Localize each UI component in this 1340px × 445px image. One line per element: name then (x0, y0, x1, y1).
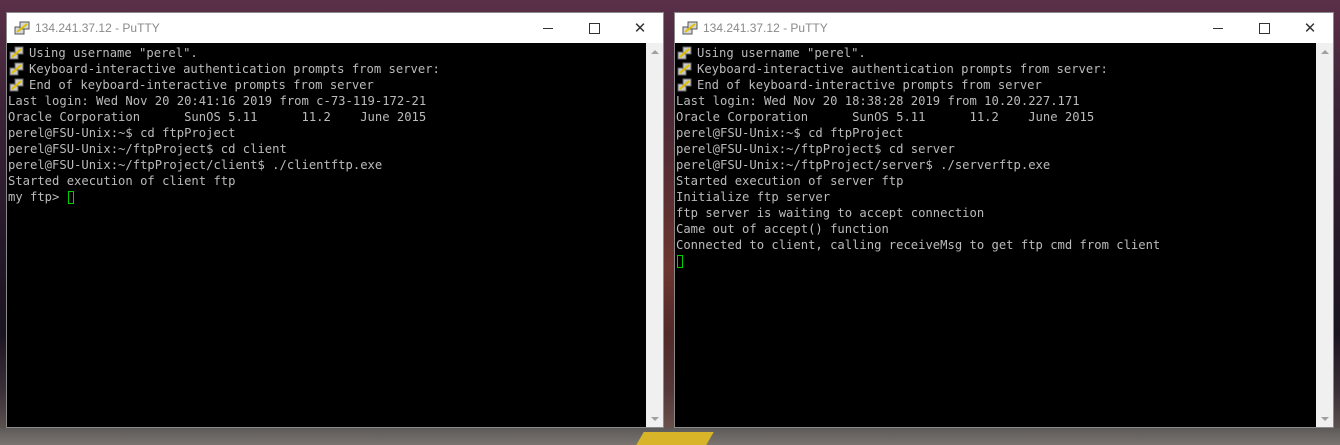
terminal-line-text: Started execution of server ftp (676, 174, 904, 188)
putty-window-client[interactable]: 134.241.37.12 - PuTTY ✕ Using username "… (6, 12, 664, 428)
putty-app-icon (682, 21, 698, 35)
window-title: 134.241.37.12 - PuTTY (35, 21, 160, 35)
terminal-line: Using username "perel". (676, 45, 1316, 61)
terminal-line-text: perel@FSU-Unix:~/ftpProject/server$ ./se… (676, 158, 1051, 172)
maximize-icon (1258, 22, 1270, 34)
terminal-line: perel@FSU-Unix:~$ cd ftpProject (676, 125, 1316, 141)
scroll-down-button[interactable] (646, 410, 663, 427)
chevron-up-icon (1320, 49, 1329, 54)
terminal-line: End of keyboard-interactive prompts from… (8, 77, 646, 93)
terminal-line: Oracle Corporation SunOS 5.11 11.2 June … (8, 109, 646, 125)
terminal-line-text: Using username "perel". (697, 46, 866, 60)
terminal-line-text: Keyboard-interactive authentication prom… (29, 62, 440, 76)
terminal-line: perel@FSU-Unix:~/ftpProject/server$ ./se… (676, 157, 1316, 173)
terminal-line: perel@FSU-Unix:~/ftpProject$ cd server (676, 141, 1316, 157)
terminal-line: ftp server is waiting to accept connecti… (676, 205, 1316, 221)
terminal-line: Started execution of client ftp (8, 173, 646, 189)
terminal-line-text: Oracle Corporation SunOS 5.11 11.2 June … (8, 110, 427, 124)
terminal-line-text: my ftp> (8, 190, 67, 204)
terminal-line: Keyboard-interactive authentication prom… (8, 61, 646, 77)
terminal-line-text: Connected to client, calling receiveMsg … (676, 238, 1161, 252)
terminal-line-text: End of keyboard-interactive prompts from… (29, 78, 374, 92)
putty-icon (677, 46, 692, 60)
close-icon: ✕ (1303, 18, 1317, 37)
minimize-icon (1213, 27, 1223, 29)
putty-app-icon (14, 21, 30, 35)
terminal-line: End of keyboard-interactive prompts from… (676, 77, 1316, 93)
terminal-line-text: perel@FSU-Unix:~/ftpProject/client$ ./cl… (8, 158, 383, 172)
terminal-line-text: Started execution of client ftp (8, 174, 236, 188)
terminal-line-text: perel@FSU-Unix:~$ cd ftpProject (676, 126, 904, 140)
minimize-button[interactable] (525, 13, 571, 43)
terminal-line: Initialize ftp server (676, 189, 1316, 205)
terminal-output[interactable]: Using username "perel". Keyboard-interact… (7, 43, 646, 427)
terminal-line: Oracle Corporation SunOS 5.11 11.2 June … (676, 109, 1316, 125)
terminal-line: perel@FSU-Unix:~$ cd ftpProject (8, 125, 646, 141)
putty-icon (9, 78, 24, 92)
wallpaper-road-marking (636, 432, 714, 445)
terminal-line-text: Initialize ftp server (676, 190, 831, 204)
terminal-line-text: perel@FSU-Unix:~/ftpProject$ cd client (8, 142, 287, 156)
terminal-line: perel@FSU-Unix:~/ftpProject$ cd client (8, 141, 646, 157)
terminal-output[interactable]: Using username "perel". Keyboard-interact… (675, 43, 1316, 427)
vertical-scrollbar[interactable] (646, 43, 663, 427)
maximize-icon (588, 22, 600, 34)
putty-icon (9, 46, 24, 60)
vertical-scrollbar[interactable] (1316, 43, 1333, 427)
maximize-button[interactable] (1241, 13, 1287, 43)
terminal-line: Last login: Wed Nov 20 20:41:16 2019 fro… (8, 93, 646, 109)
chevron-up-icon (650, 49, 659, 54)
terminal-line: perel@FSU-Unix:~/ftpProject/client$ ./cl… (8, 157, 646, 173)
terminal-line: Connected to client, calling receiveMsg … (676, 237, 1316, 253)
terminal-line-text: Oracle Corporation SunOS 5.11 11.2 June … (676, 110, 1095, 124)
terminal-line: Keyboard-interactive authentication prom… (676, 61, 1316, 77)
terminal-line-text: End of keyboard-interactive prompts from… (697, 78, 1042, 92)
terminal-line-text: Keyboard-interactive authentication prom… (697, 62, 1108, 76)
putty-icon (677, 62, 692, 76)
window-title: 134.241.37.12 - PuTTY (703, 21, 828, 35)
terminal-line-text: Last login: Wed Nov 20 18:38:28 2019 fro… (676, 94, 1080, 108)
terminal-line-text: Came out of accept() function (676, 222, 889, 236)
terminal-line-text: ftp server is waiting to accept connecti… (676, 206, 985, 220)
close-icon: ✕ (633, 18, 647, 37)
minimize-icon (543, 27, 553, 29)
close-button[interactable]: ✕ (1287, 13, 1333, 43)
putty-window-server[interactable]: 134.241.37.12 - PuTTY ✕ Using username "… (674, 12, 1334, 428)
window-titlebar[interactable]: 134.241.37.12 - PuTTY ✕ (675, 13, 1333, 43)
chevron-down-icon (650, 416, 659, 421)
terminal-cursor (677, 254, 683, 268)
scroll-down-button[interactable] (1316, 410, 1333, 427)
terminal-line: Came out of accept() function (676, 221, 1316, 237)
terminal-cursor (67, 190, 74, 204)
minimize-button[interactable] (1195, 13, 1241, 43)
scroll-up-button[interactable] (1316, 43, 1333, 60)
terminal-line-text: Using username "perel". (29, 46, 198, 60)
close-button[interactable]: ✕ (617, 13, 663, 43)
chevron-down-icon (1320, 416, 1329, 421)
terminal-line-text: Last login: Wed Nov 20 20:41:16 2019 fro… (8, 94, 427, 108)
putty-icon (9, 62, 24, 76)
maximize-button[interactable] (571, 13, 617, 43)
putty-icon (677, 78, 692, 92)
terminal-line (676, 253, 1316, 269)
terminal-line: Last login: Wed Nov 20 18:38:28 2019 fro… (676, 93, 1316, 109)
terminal-line: my ftp> (8, 189, 646, 205)
terminal-line: Started execution of server ftp (676, 173, 1316, 189)
window-titlebar[interactable]: 134.241.37.12 - PuTTY ✕ (7, 13, 663, 43)
terminal-line: Using username "perel". (8, 45, 646, 61)
scroll-up-button[interactable] (646, 43, 663, 60)
terminal-line-text: perel@FSU-Unix:~$ cd ftpProject (8, 126, 236, 140)
terminal-line-text: perel@FSU-Unix:~/ftpProject$ cd server (676, 142, 955, 156)
